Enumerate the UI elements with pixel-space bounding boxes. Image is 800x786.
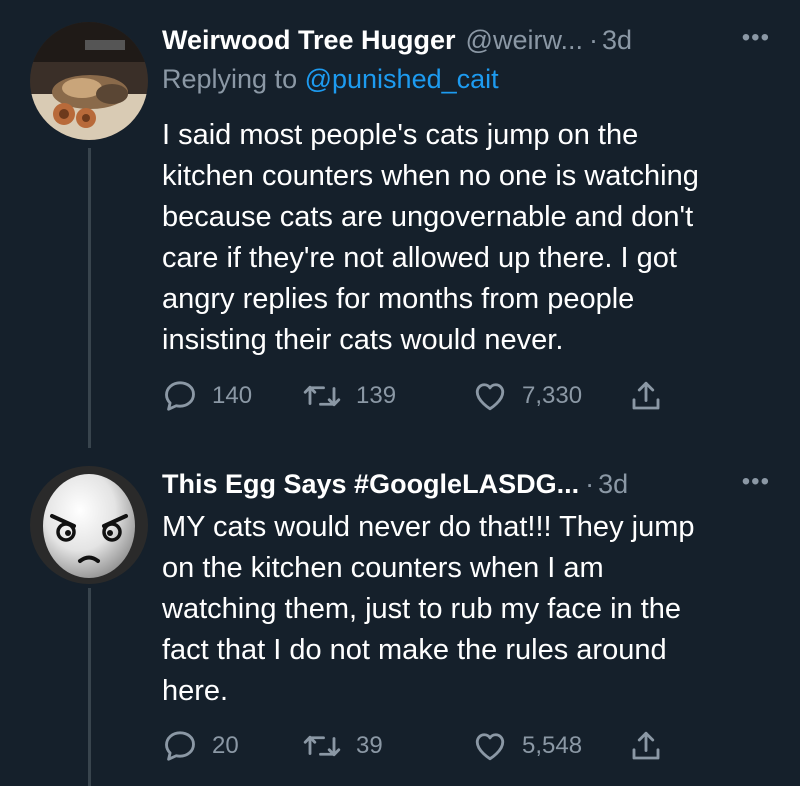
- timestamp[interactable]: 3d: [598, 469, 628, 500]
- more-options-icon[interactable]: •••: [742, 468, 770, 496]
- avatar[interactable]: [30, 22, 148, 140]
- retweet-count: 139: [356, 382, 397, 409]
- reply-button[interactable]: 140: [162, 376, 252, 416]
- replying-to-mention[interactable]: @punished_cait: [305, 64, 499, 94]
- tweet-text: MY cats would never do that!!! They jump…: [162, 507, 777, 712]
- thread-connector-line: [88, 588, 91, 786]
- reply-icon: [165, 381, 195, 411]
- tweet-text: I said most people's cats jump on the ki…: [162, 115, 777, 361]
- heart-icon: [475, 733, 505, 761]
- replying-to-line: Replying to @punished_cait: [162, 64, 499, 95]
- tweet-text-line: insisting their cats would never.: [162, 324, 564, 356]
- retweet-icon: [303, 385, 341, 407]
- share-icon: [632, 381, 660, 410]
- tweet-text-line: fact that I do not make the rules around: [162, 634, 667, 666]
- retweet-icon: [303, 735, 341, 757]
- share-button[interactable]: [628, 726, 664, 766]
- display-name[interactable]: Weirwood Tree Hugger: [162, 25, 456, 56]
- tweet-text-line: watching them, just to rub my face in th…: [162, 593, 682, 625]
- reply-button[interactable]: 20: [162, 726, 239, 766]
- tweet-text-line: I said most people's cats jump on the: [162, 119, 639, 151]
- thread-connector-line: [88, 148, 91, 448]
- like-button[interactable]: 5,548: [472, 726, 582, 766]
- tweet-text-line: care if they're not allowed up there. I …: [162, 242, 677, 274]
- tweet-text-line: MY cats would never do that!!! They jump: [162, 511, 695, 543]
- tweet-text-line: angry replies for months from people: [162, 283, 635, 315]
- angry-egg-avatar-image: [30, 466, 148, 584]
- reply-icon: [165, 731, 195, 761]
- tweet-text-line: on the kitchen counters when I am: [162, 552, 604, 584]
- retweet-count: 39: [356, 732, 383, 759]
- replying-to-label: Replying to: [162, 64, 305, 94]
- tweet-header: This Egg Says #GoogleLASDG... · 3d •••: [162, 464, 770, 504]
- like-count: 5,548: [522, 732, 583, 759]
- share-button[interactable]: [628, 376, 664, 416]
- separator-dot: ·: [585, 468, 595, 499]
- user-handle[interactable]: @weirw...: [466, 25, 583, 56]
- avatar[interactable]: [30, 466, 148, 584]
- tweet-text-line: here.: [162, 675, 229, 707]
- more-options-icon[interactable]: •••: [742, 24, 770, 52]
- cat-avatar-image: [30, 22, 148, 140]
- retweet-button[interactable]: 139: [302, 376, 396, 416]
- reply-count: 140: [212, 382, 253, 409]
- tweet-header: Weirwood Tree Hugger @weirw... · 3d •••: [162, 20, 770, 60]
- like-button[interactable]: 7,330: [472, 376, 582, 416]
- tweet-text-line: because cats are ungovernable and don't: [162, 201, 694, 233]
- like-count: 7,330: [522, 382, 583, 409]
- tweet-text-line: kitchen counters when no one is watching: [162, 160, 699, 192]
- display-name[interactable]: This Egg Says #GoogleLASDG...: [162, 469, 579, 500]
- heart-icon: [475, 383, 505, 411]
- retweet-button[interactable]: 39: [302, 726, 383, 766]
- reply-count: 20: [212, 732, 239, 759]
- timestamp[interactable]: 3d: [602, 25, 632, 56]
- share-icon: [632, 731, 660, 760]
- separator-dot: ·: [588, 24, 598, 55]
